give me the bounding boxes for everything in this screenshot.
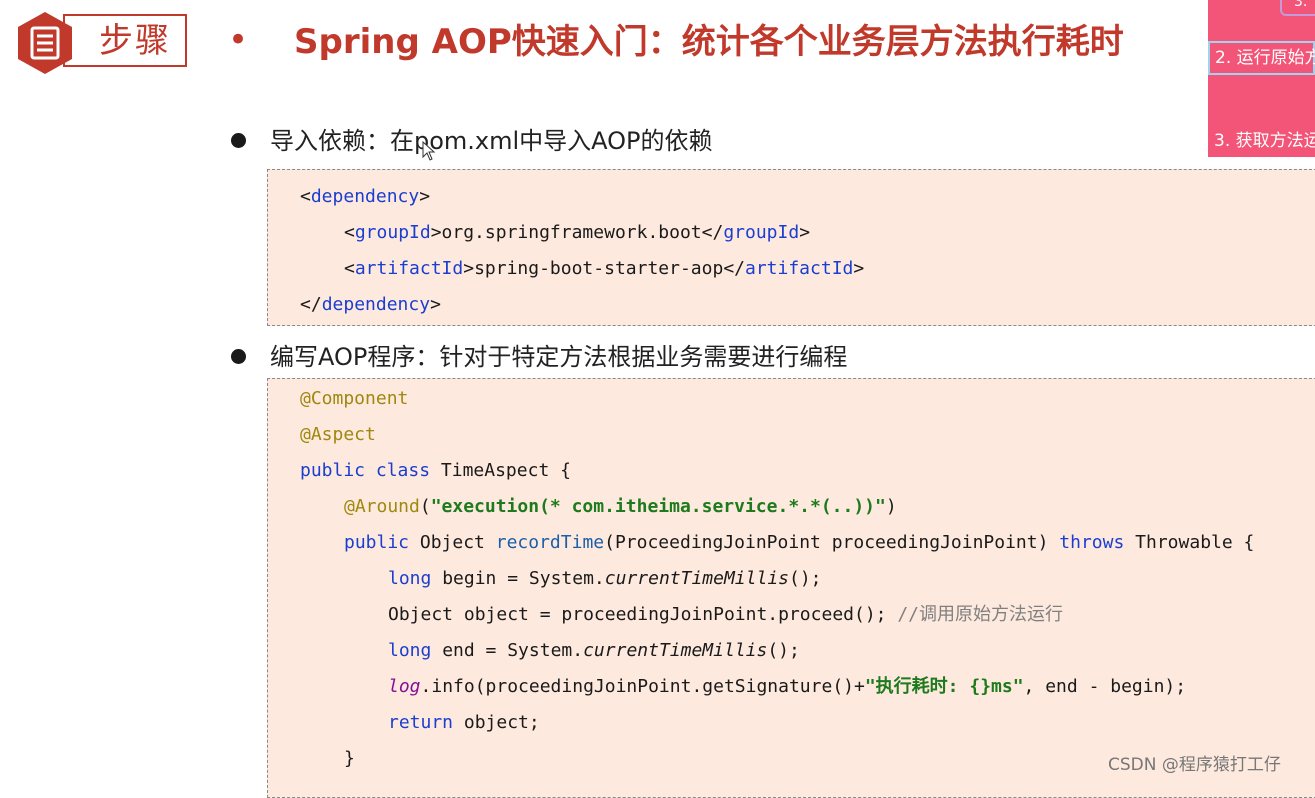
code-line: <artifactId>spring-boot-starter-aop</art…	[344, 258, 865, 279]
code-line: public class TimeAspect {	[300, 460, 571, 481]
code-line: <groupId>org.springframework.boot</group…	[344, 222, 811, 243]
dependency-code-block: <dependency> <groupId>org.springframewor…	[267, 169, 1315, 326]
code-line: </dependency>	[300, 294, 441, 315]
side-item-get-runtime[interactable]: 3. 获取方法运行	[1214, 126, 1315, 151]
document-icon	[18, 12, 72, 74]
code-line: return object;	[388, 712, 540, 733]
section1-heading: 导入依赖：在pom.xml中导入AOP的依赖	[270, 127, 713, 155]
section2-heading: 编写AOP程序：针对于特定方法根据业务需要进行编程	[270, 343, 848, 371]
step-badge: 步骤	[15, 10, 189, 74]
bullet-dot	[231, 133, 246, 148]
code-line: long end = System.currentTimeMillis();	[388, 640, 800, 661]
aspect-code-block: @Component @Aspect public class TimeAspe…	[267, 378, 1315, 798]
side-top-chip[interactable]: 3.	[1280, 0, 1315, 16]
page-title: Spring AOP快速入门：统计各个业务层方法执行耗时	[294, 22, 1124, 62]
code-line: }	[344, 748, 355, 769]
mouse-cursor-icon	[422, 141, 436, 161]
code-line: @Component	[300, 388, 409, 409]
step-badge-label: 步骤	[99, 21, 171, 61]
code-line: long begin = System.currentTimeMillis();	[388, 568, 822, 589]
code-line: @Aspect	[300, 424, 376, 445]
side-panel: 3. 2. 运行原始方法 3. 获取方法运行	[1208, 0, 1315, 157]
title-bullet: •	[228, 20, 249, 60]
code-line: <dependency>	[300, 186, 431, 207]
code-line: log.info(proceedingJoinPoint.getSignatur…	[388, 676, 1187, 697]
watermark: CSDN @程序猿打工仔	[1108, 755, 1281, 775]
bullet-dot	[231, 349, 246, 364]
code-line: @Around("execution(* com.itheima.service…	[344, 496, 897, 517]
side-item-run-original[interactable]: 2. 运行原始方法	[1208, 41, 1315, 75]
code-line: Object object = proceedingJoinPoint.proc…	[388, 604, 1064, 625]
code-line: public Object recordTime(ProceedingJoinP…	[344, 532, 1255, 553]
